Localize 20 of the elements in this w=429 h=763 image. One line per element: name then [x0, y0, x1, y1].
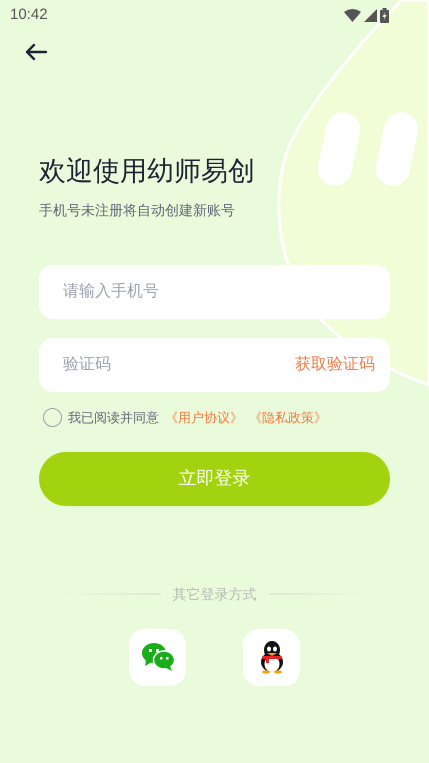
policy-link[interactable]: 《隐私政策》 — [249, 408, 327, 428]
subtitle: 手机号未注册将自动创建新账号 — [39, 201, 236, 220]
agreement-checkbox[interactable] — [43, 408, 62, 428]
signal-icon — [364, 8, 377, 22]
phone-field[interactable]: 请输入手机号 — [39, 265, 390, 319]
code-field[interactable]: 验证码 — [39, 338, 287, 392]
get-code-button[interactable]: 获取验证码 — [287, 338, 390, 392]
policy-link[interactable]: 《用户协议》 — [165, 408, 243, 428]
other-login-label: 其它登录方式 — [172, 584, 256, 604]
chat-login-button[interactable] — [129, 628, 186, 686]
back-arrow-icon — [24, 42, 48, 62]
back-button[interactable] — [24, 42, 48, 62]
welcome-title: 欢迎使用幼师易创 — [39, 155, 256, 188]
battery-icon — [380, 8, 389, 22]
login-button[interactable]: 立即登录 — [39, 452, 390, 506]
status-time: 10:42 — [10, 4, 48, 25]
agreement-text: 我已阅读并同意 — [68, 409, 159, 427]
penguin-login-button[interactable] — [243, 628, 300, 686]
chat-bubbles-icon — [140, 642, 174, 672]
wifi-icon — [344, 8, 361, 22]
